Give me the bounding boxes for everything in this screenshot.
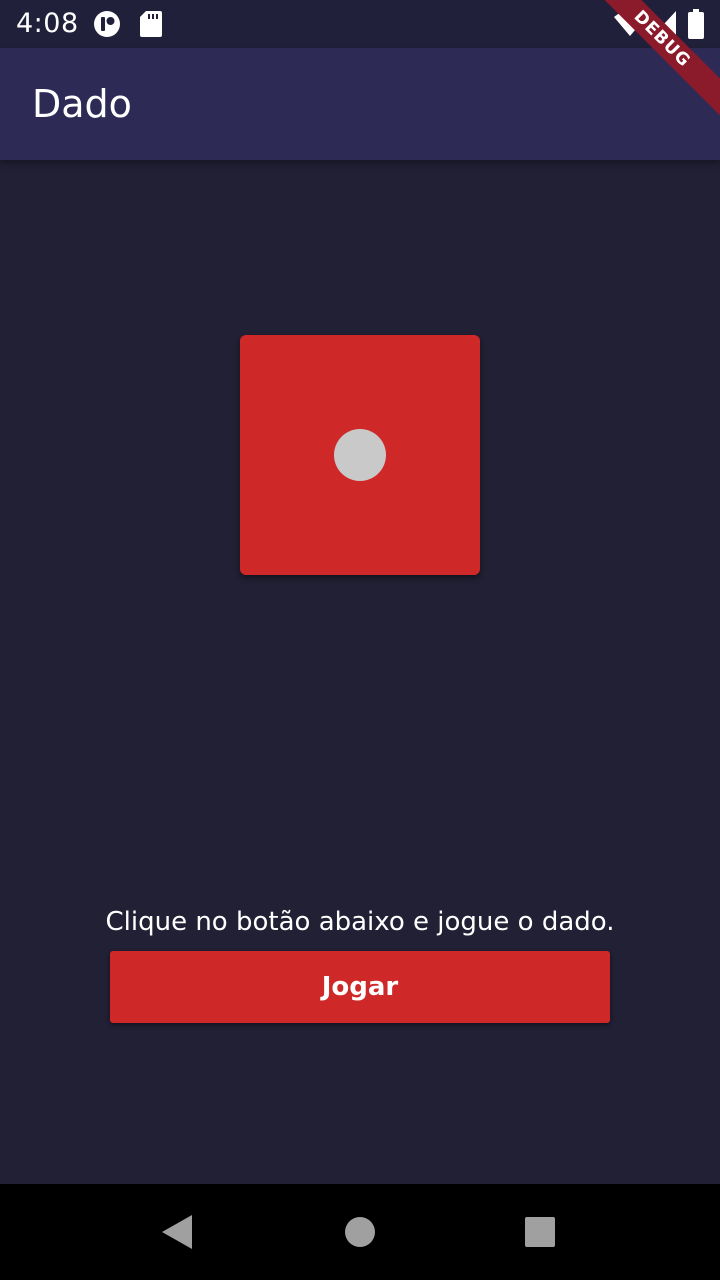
status-time: 4:08 xyxy=(16,8,79,39)
navigation-bar xyxy=(0,1184,720,1280)
app-title: Dado xyxy=(32,82,132,126)
instruction-text: Clique no botão abaixo e jogue o dado. xyxy=(105,907,615,937)
recents-icon[interactable] xyxy=(524,1216,556,1248)
home-icon[interactable] xyxy=(344,1216,376,1248)
die-pip xyxy=(334,429,386,481)
sd-card-icon xyxy=(140,11,162,37)
cast-app-icon xyxy=(94,11,120,37)
app-bar: Dado xyxy=(0,48,720,160)
battery-icon xyxy=(688,9,704,39)
die-face xyxy=(240,335,480,575)
roll-button[interactable]: Jogar xyxy=(110,951,610,1023)
back-icon[interactable] xyxy=(162,1215,194,1249)
app-screen: 4:08 DEBUG Dado Clique no botão abaixo e… xyxy=(0,0,720,1280)
